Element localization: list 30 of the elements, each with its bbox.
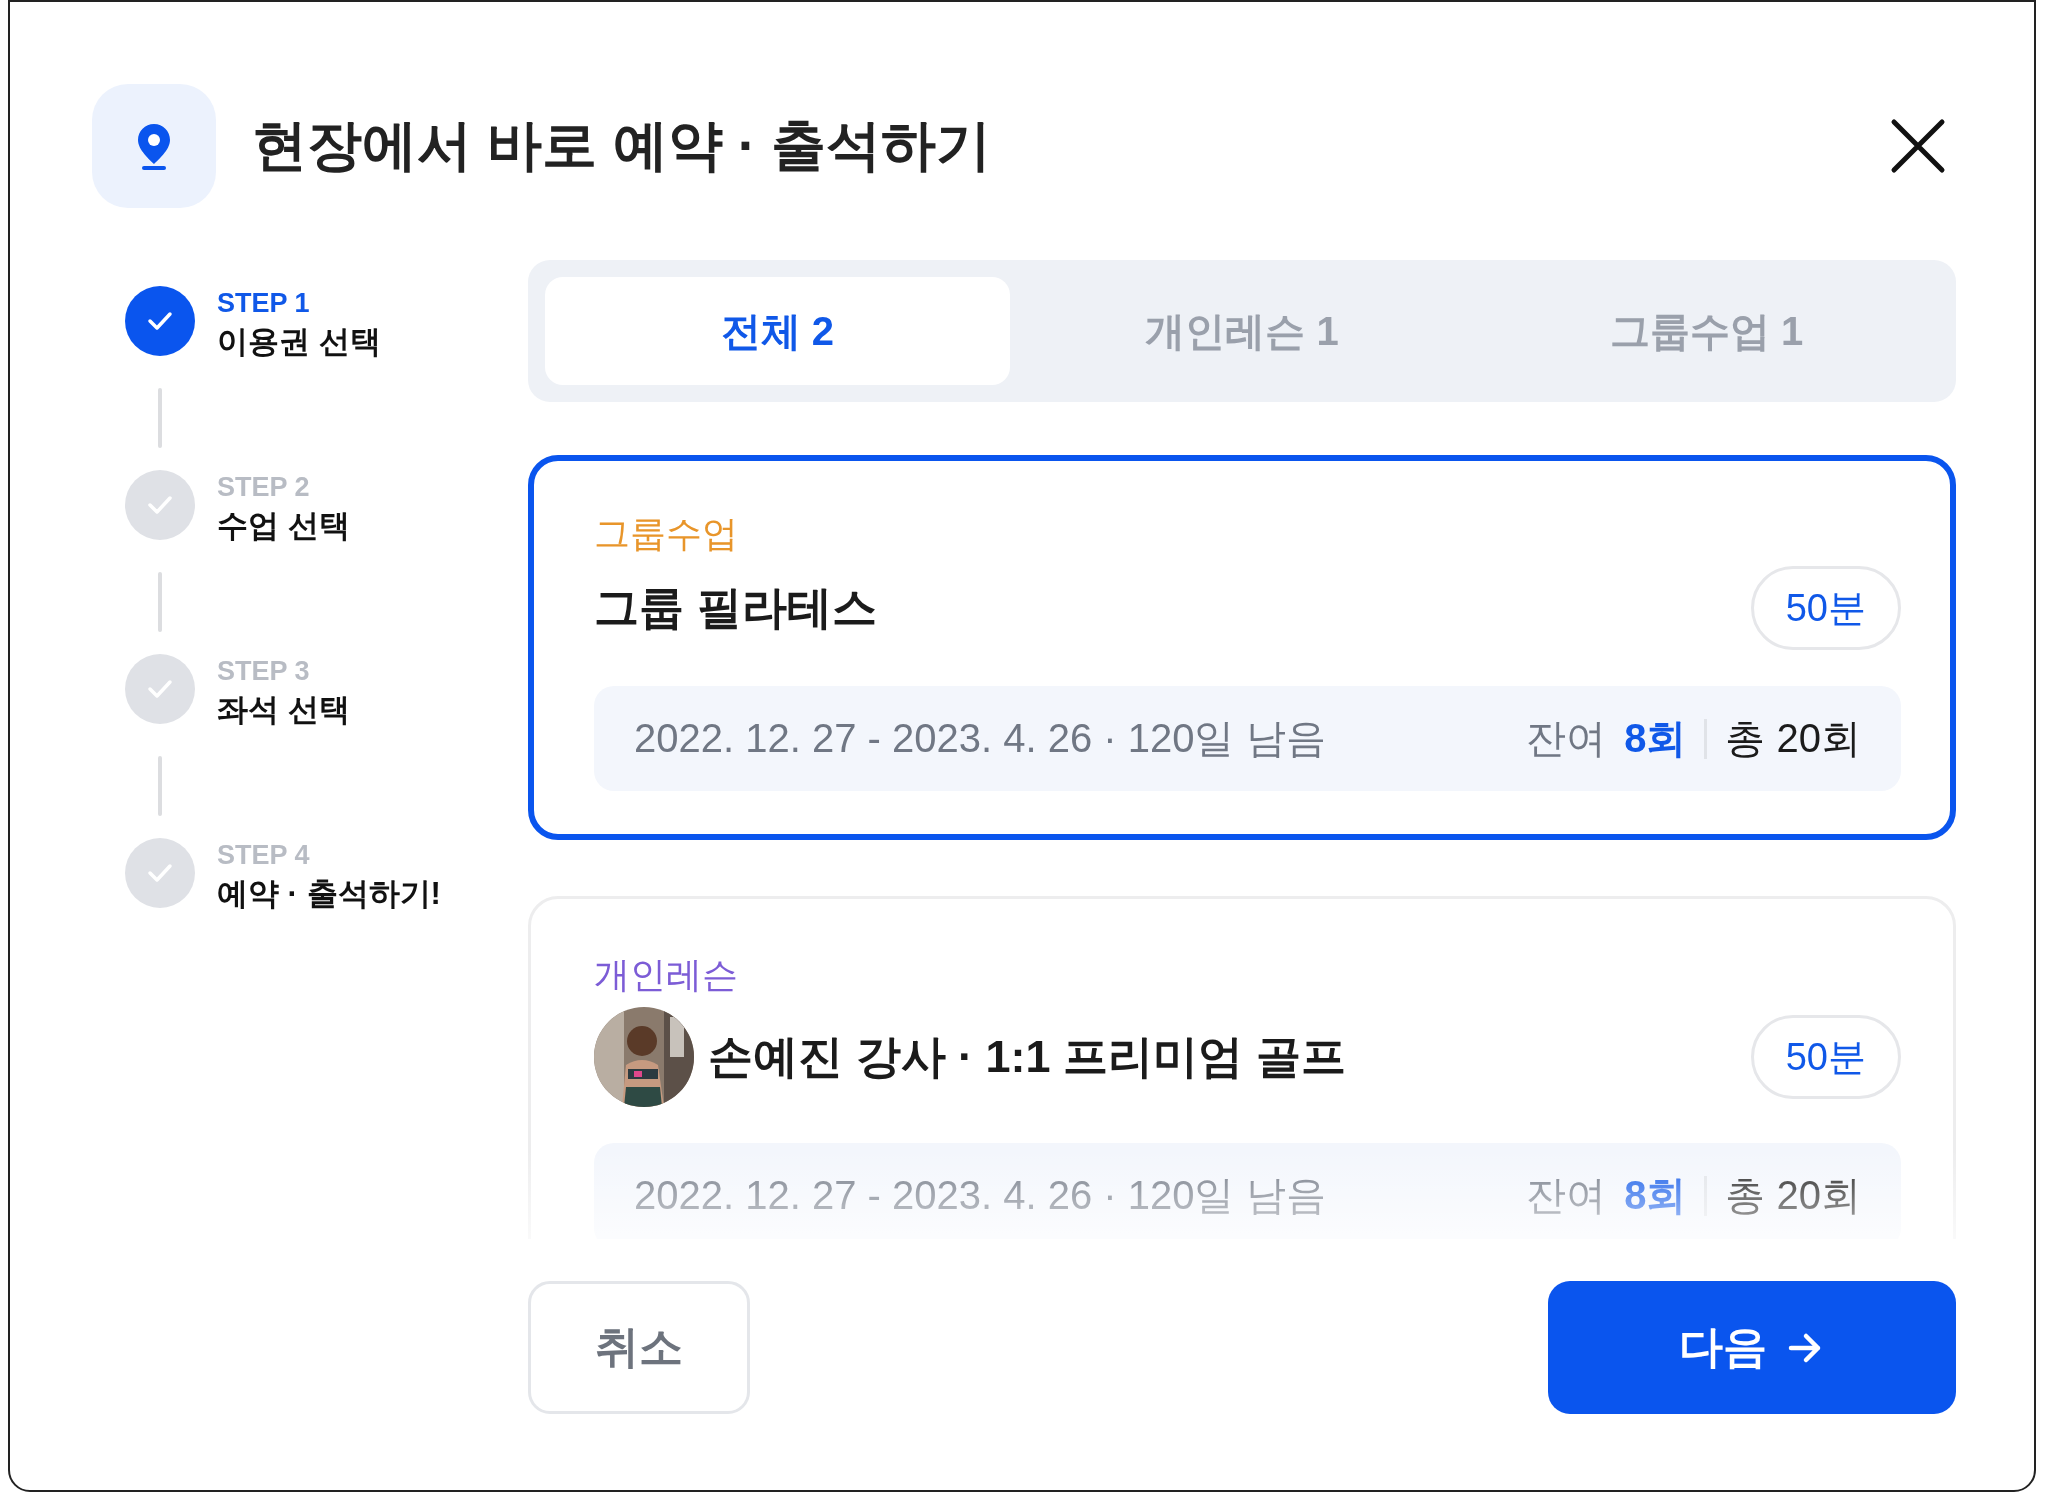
- category-label: 그룹수업: [594, 512, 739, 556]
- cancel-button[interactable]: 취소: [528, 1281, 750, 1414]
- step-name: 예약 · 출석하기!: [217, 875, 441, 913]
- category-label: 개인레슨: [594, 953, 739, 997]
- step-label: STEP 3: [217, 655, 311, 688]
- dialog-title: 현장에서 바로 예약 · 출석하기: [252, 113, 993, 178]
- period-text: 2022. 12. 27 - 2023. 4. 26 · 120일 남음: [634, 1172, 1326, 1219]
- pass-title: 그룹 필라테스: [594, 581, 877, 635]
- filter-tab[interactable]: 전체 2: [545, 277, 1010, 385]
- step-name: 이용권 선택: [217, 323, 381, 361]
- pass-title: 손예진 강사 · 1:1 프리미엄 골프: [708, 1030, 1346, 1084]
- duration-badge: 50분: [1750, 1015, 1901, 1099]
- pass-card[interactable]: 개인레슨 손예진 강사 · 1:1 프리미엄 골프 50분 2022. 12. 27 - 2023. 4. 26 · 120일 남음 잔여 8회 총 20회: [528, 896, 1956, 1239]
- step-label: STEP 2: [217, 471, 311, 504]
- period-text: 2022. 12. 27 - 2023. 4. 26 · 120일 남음: [634, 715, 1326, 762]
- step-label: STEP 4: [217, 839, 311, 872]
- next-button[interactable]: 다음: [1548, 1281, 1956, 1414]
- close-button[interactable]: [1890, 118, 1946, 174]
- remaining-count: 8회: [1624, 1172, 1687, 1219]
- close-icon: [1890, 118, 1946, 174]
- remaining-label: 잔여: [1526, 1172, 1607, 1219]
- total-count: 총 20회: [1725, 1172, 1861, 1219]
- total-count: 총 20회: [1725, 715, 1861, 762]
- remaining-count: 8회: [1624, 715, 1687, 762]
- remaining-label: 잔여: [1526, 715, 1607, 762]
- step-name: 수업 선택: [217, 507, 350, 545]
- pass-card[interactable]: 그룹수업 그룹 필라테스 50분 2022. 12. 27 - 2023. 4. 26 · 120일 남음 잔여 8회 총 20회: [528, 455, 1956, 840]
- step-label: STEP 1: [217, 287, 311, 320]
- step-name: 좌석 선택: [217, 691, 350, 729]
- duration-badge: 50분: [1750, 566, 1901, 650]
